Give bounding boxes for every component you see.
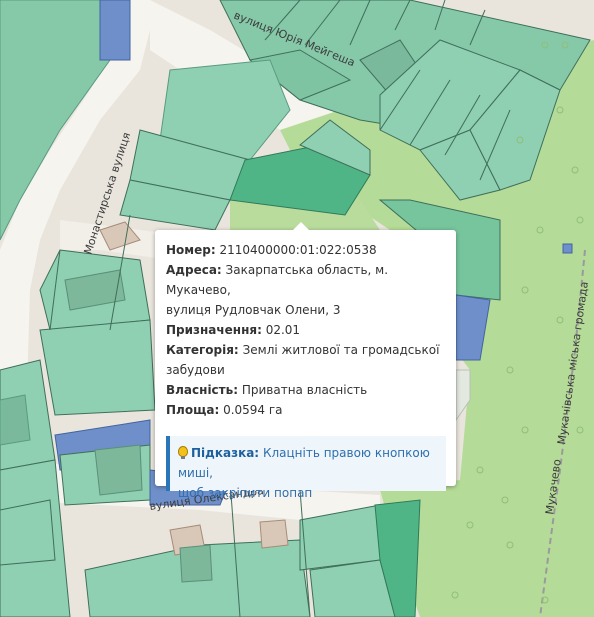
category-row: Категорія: Землі житлової та громадської…	[166, 340, 446, 380]
building	[179, 544, 213, 583]
parcel-info-popup[interactable]: Номер: 2110400000:01:022:0538 Адреса: За…	[155, 222, 456, 500]
category-value-line2: забудови	[166, 363, 225, 377]
address-row: Адреса: Закарпатська область, м. Мукачев…	[166, 260, 446, 320]
popup-tip	[293, 222, 309, 230]
hint-text-line2: щоб закріпити попап	[178, 486, 313, 500]
category-label: Категорія:	[166, 343, 239, 357]
building	[0, 394, 31, 446]
category-value-line1: Землі житлової та громадської	[242, 343, 440, 357]
ownership-row: Власність: Приватна власність	[166, 380, 446, 400]
purpose-value: 02.01	[265, 323, 301, 337]
ownership-value: Приватна власність	[241, 383, 368, 397]
address-label: Адреса:	[166, 263, 222, 277]
area-value: 0.0594 га	[223, 403, 283, 417]
building	[94, 444, 143, 496]
parcel-state[interactable]	[562, 243, 573, 254]
purpose-label: Призначення:	[166, 323, 262, 337]
number-label: Номер:	[166, 243, 216, 257]
area-row: Площа: 0.0594 га	[166, 400, 446, 420]
parcel-state[interactable]	[99, 0, 131, 61]
ownership-label: Власність:	[166, 383, 239, 397]
building	[259, 519, 289, 549]
hint-box: Підказка: Клацніть правою кнопкою миші, …	[166, 436, 446, 500]
area-label: Площа:	[166, 403, 220, 417]
number-row: Номер: 2110400000:01:022:0538	[166, 240, 446, 260]
lightbulb-icon	[178, 446, 188, 459]
purpose-row: Призначення: 02.01	[166, 320, 446, 340]
parcel[interactable]	[39, 319, 156, 416]
number-value: 2110400000:01:022:0538	[219, 243, 377, 257]
hint-label: Підказка:	[191, 446, 260, 460]
address-value-line2: вулиця Рудловчак Олени, 3	[166, 303, 341, 317]
parcel[interactable]	[0, 499, 56, 566]
